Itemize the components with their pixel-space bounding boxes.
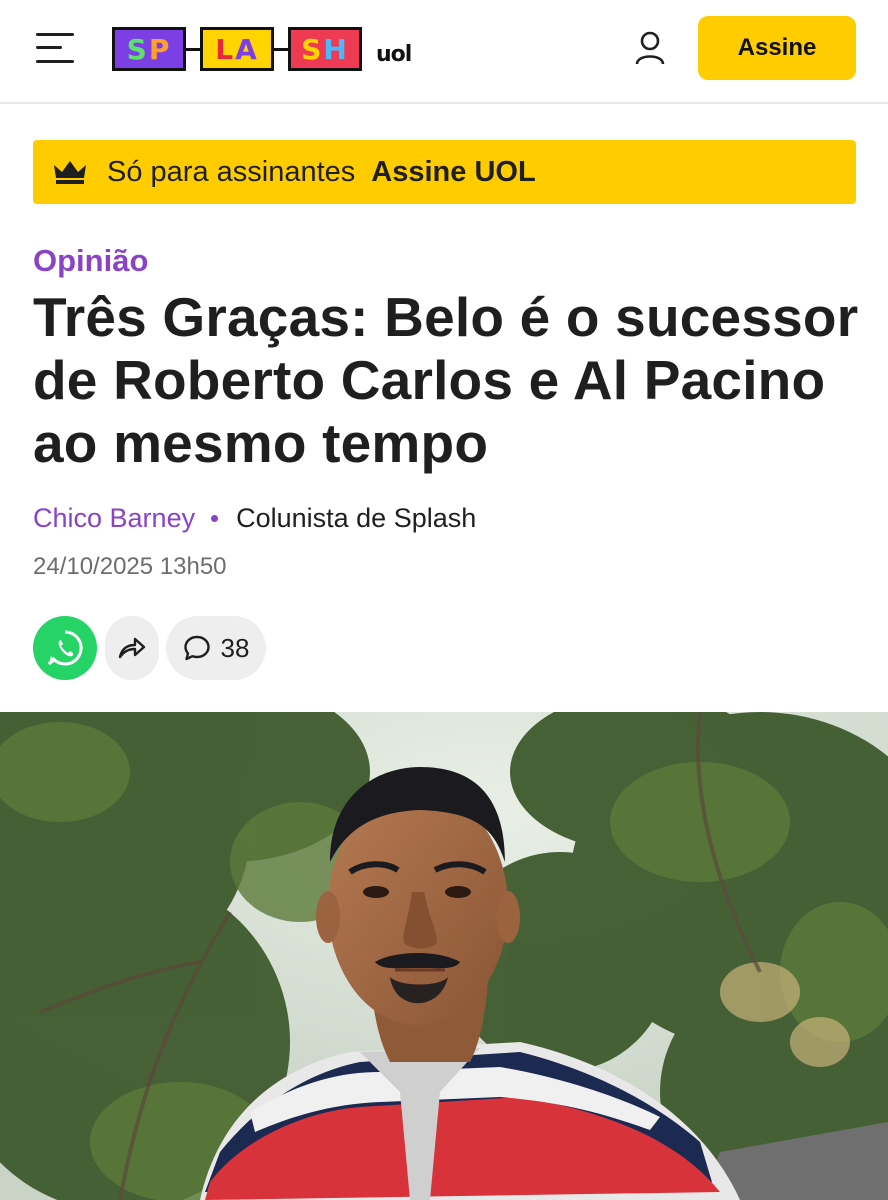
comments-count: 38 (220, 632, 250, 663)
byline: Chico Barney Colunista de Splash (33, 503, 476, 534)
share-button[interactable] (105, 616, 159, 680)
article-section-label[interactable]: Opinião (33, 243, 148, 279)
comments-button[interactable]: 38 (166, 616, 266, 680)
author-name[interactable]: Chico Barney (33, 503, 195, 534)
logo-block-sh: SH (288, 27, 362, 71)
subscriber-only-label: Só para assinantes (107, 155, 356, 188)
whatsapp-icon (47, 630, 83, 666)
byline-separator (211, 515, 219, 522)
share-arrow-icon (118, 637, 146, 659)
subscribe-button[interactable]: Assine (698, 16, 856, 80)
publish-date: 24/10/2025 13h50 (33, 553, 227, 580)
logo-block-sp: SP (112, 27, 186, 71)
author-role: Colunista de Splash (236, 503, 477, 533)
logo-block-la: LA (200, 27, 274, 71)
comment-bubble-icon (183, 635, 210, 661)
crown-icon (54, 161, 86, 184)
subscriber-only-banner[interactable]: Só para assinantes Assine UOL (33, 140, 856, 204)
site-header: SP LA SH uol Assine (0, 0, 888, 104)
splash-uol-logo[interactable]: SP LA SH uol (112, 26, 412, 72)
user-icon[interactable] (634, 30, 666, 66)
hamburger-menu-icon[interactable] (36, 30, 76, 66)
uol-brand: uol (376, 41, 412, 67)
subscribe-uol-link[interactable]: Assine UOL (371, 156, 535, 189)
article-hero-photo (0, 712, 888, 1200)
whatsapp-share-button[interactable] (33, 616, 97, 680)
article-title: Três Graças: Belo é o sucessor de Robert… (33, 286, 859, 474)
